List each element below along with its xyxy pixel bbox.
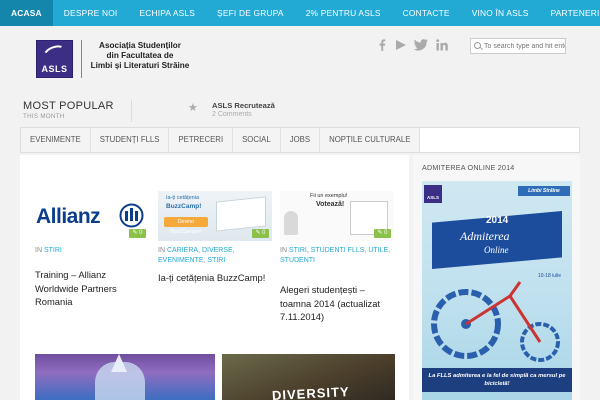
star-icon: ★ — [188, 102, 198, 114]
thumb-text-2: Votează! — [316, 201, 345, 208]
category-link[interactable]: STUDENTI — [280, 257, 315, 264]
logo-abbreviation: ASLS — [41, 64, 68, 74]
banner-year: 2014 — [486, 215, 509, 226]
nav-item-vino-in-asls[interactable]: VINO ÎN ASLS — [461, 0, 540, 26]
comment-bubble-icon: ✎ — [377, 230, 383, 236]
post-thumbnail[interactable]: Fii un exemplu! Votează! ✎ 0 — [280, 191, 394, 241]
logo-swoosh-icon — [40, 42, 70, 66]
banner-word-1: Admiterea — [460, 229, 510, 243]
category-link[interactable]: STIRI — [44, 247, 62, 254]
cat-petreceri[interactable]: PETRECERI — [169, 128, 234, 152]
most-popular-title: MOST POPULAR — [23, 100, 114, 112]
allianz-brand-text: Allianz — [36, 205, 101, 228]
sidebar-widget-title: ADMITEREA ONLINE 2014 — [422, 163, 515, 172]
main-content: Allianz ✎ 0 IN STIRI Training – Allianz … — [20, 155, 409, 400]
thumb-text-1: Fii un exemplu! — [310, 193, 348, 199]
nav-item-acasa[interactable]: ACASA — [0, 0, 53, 26]
org-line-2: din Facultatea de — [106, 51, 174, 60]
linkedin-icon[interactable] — [435, 38, 449, 52]
allianz-logo-icon — [119, 203, 144, 228]
post-thumbnail[interactable]: Ia-ți cetățenia BuzzCamp! Devino BuzzCam… — [158, 191, 272, 241]
org-line-3: Limbi și Literaturi Străine — [90, 61, 190, 70]
banner-brand: Limbi Străine — [518, 186, 570, 196]
comment-count: 0 — [262, 230, 266, 236]
popular-divider — [131, 100, 132, 122]
nav-item-contacte[interactable]: CONTACTE — [392, 0, 461, 26]
thumb-screen-graphic — [216, 196, 266, 232]
nav-item-sefi-de-grupa[interactable]: ȘEFI DE GRUPA — [206, 0, 295, 26]
comment-bubble-icon: ✎ — [132, 230, 138, 236]
post-categories: IN STIRI — [35, 246, 149, 256]
thumb-button-text: Devino BuzzCamper! — [164, 217, 208, 235]
post-title[interactable]: Ia-ți cetățenia BuzzCamp! — [158, 271, 272, 285]
site-header: ASLS Asociația Studenților din Facultate… — [0, 26, 600, 92]
category-link[interactable]: STIRI — [207, 257, 225, 264]
comment-count: 0 — [139, 230, 143, 236]
post-categories: IN STIRI, STUDENTI FLLS, UTILE, STUDENTI — [280, 247, 391, 264]
nav-item-parteneri-asls[interactable]: PARTENERI ASLS — [540, 0, 600, 26]
post-title[interactable]: Alegeri studențești – toamna 2014 (actua… — [280, 283, 394, 324]
category-link[interactable]: DIVERSE — [202, 247, 233, 254]
org-line-1: Asociația Studenților — [99, 41, 181, 50]
category-link[interactable]: STUDENTI FLLS — [311, 247, 365, 254]
comment-count-badge[interactable]: ✎ 0 — [374, 229, 391, 238]
cat-noptile-culturale[interactable]: NOPȚILE CULTURALE — [320, 128, 421, 152]
nav-item-despre-noi[interactable]: DESPRE NOI — [53, 0, 129, 26]
category-link[interactable]: CARIERA — [167, 247, 198, 254]
logo-divider — [81, 40, 82, 78]
organization-name: Asociația Studenților din Facultatea de … — [86, 41, 194, 71]
category-navigation: EVENIMENTE STUDENȚI FLLS PETRECERI SOCIA… — [20, 127, 580, 153]
thumb-figure-graphic — [284, 211, 298, 235]
cat-evenimente[interactable]: EVENIMENTE — [21, 128, 91, 152]
top-navigation: ACASA DESPRE NOI ECHIPA ASLS ȘEFI DE GRU… — [0, 0, 600, 26]
cat-social[interactable]: SOCIAL — [233, 128, 281, 152]
facebook-icon[interactable] — [375, 38, 389, 52]
in-label: IN — [280, 247, 287, 254]
most-popular-subtitle: THIS MONTH — [23, 113, 65, 120]
post-title[interactable]: Training – Allianz Worldwide Partners Ro… — [35, 268, 149, 309]
banner-asls-logo: ASLS — [424, 185, 442, 203]
category-link[interactable]: EVENIMENTE — [158, 257, 204, 264]
in-label: IN — [35, 247, 42, 254]
in-label: IN — [158, 247, 165, 254]
thumb-text-1: Ia-ți cetățenia — [166, 195, 200, 201]
sidebar: ADMITEREA ONLINE 2014 ASLS Limbi Străine… — [413, 155, 580, 400]
popular-post-comments[interactable]: 2 Comments — [212, 111, 252, 118]
bicycle-graphic — [431, 281, 560, 362]
comment-count: 0 — [384, 230, 388, 236]
comment-count-badge[interactable]: ✎ 0 — [252, 229, 269, 238]
post-categories: IN CARIERA, DIVERSE, EVENIMENTE, STIRI — [158, 247, 235, 264]
admitere-banner[interactable]: ASLS Limbi Străine 2014 Admiterea Online… — [422, 181, 572, 400]
search-input[interactable] — [470, 38, 566, 54]
search-icon — [474, 42, 481, 49]
banner-slogan: La FLLS admiterea e la fel de simplă ca … — [422, 368, 572, 392]
category-link[interactable]: UTILE — [368, 247, 388, 254]
nav-item-echipa-asls[interactable]: ECHIPA ASLS — [128, 0, 206, 26]
featured-post-image[interactable]: DIVERSITY — [222, 354, 395, 400]
post-thumbnail[interactable]: Allianz ✎ 0 — [35, 191, 149, 241]
site-logo[interactable]: ASLS — [36, 40, 73, 78]
nav-item-2-pentru-asls[interactable]: 2% PENTRU ASLS — [295, 0, 392, 26]
banner-word-2: Online — [484, 245, 509, 255]
cat-studenti-flls[interactable]: STUDENȚI FLLS — [90, 128, 170, 152]
youtube-icon[interactable] — [394, 38, 408, 52]
cat-jobs[interactable]: JOBS — [280, 128, 321, 152]
diversity-text: DIVERSITY — [271, 383, 350, 400]
popular-post-title[interactable]: ASLS Recrutează — [212, 101, 275, 110]
featured-post-image[interactable] — [35, 354, 215, 400]
category-link[interactable]: STIRI — [289, 247, 307, 254]
comment-count-badge[interactable]: ✎ 0 — [129, 229, 146, 238]
thumb-text-2: BuzzCamp! — [166, 203, 202, 210]
twitter-icon[interactable] — [413, 38, 429, 52]
comment-bubble-icon: ✎ — [255, 230, 261, 236]
